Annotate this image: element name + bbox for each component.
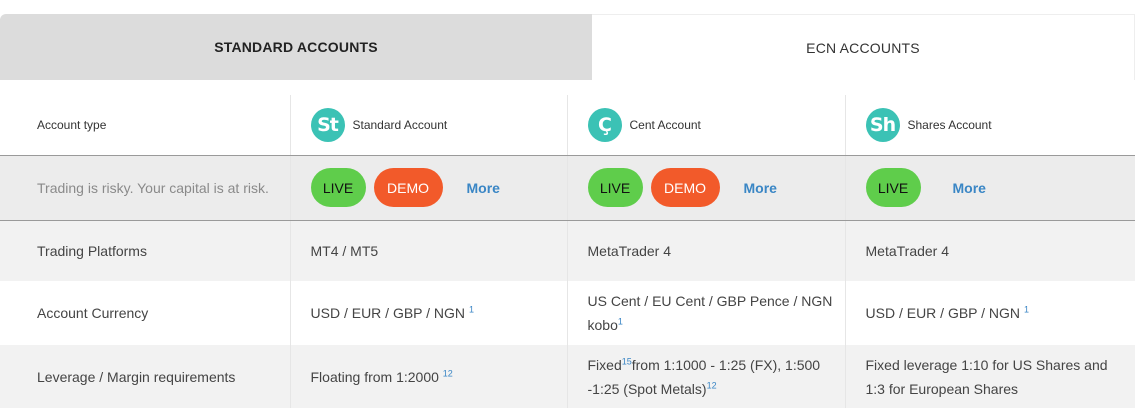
shares-account-icon: Sh xyxy=(865,107,900,142)
standard-account-icon: St xyxy=(310,107,345,142)
standard-account-header: St Standard Account xyxy=(289,95,567,156)
standard-currency: USD / EUR / GBP / NGN 1 xyxy=(289,281,567,345)
cent-currency: US Cent / EU Cent / GBP Pence / NGN kobo… xyxy=(566,281,845,345)
shares-more-link[interactable]: More xyxy=(953,176,986,200)
cent-leverage: Fixed15from 1:1000 - 1:25 (FX), 1:500 -1… xyxy=(566,345,845,408)
cent-account-header: Ç Cent Account xyxy=(566,95,845,156)
shares-live-button[interactable]: LIVE xyxy=(865,168,921,207)
cent-leverage-footnote-b[interactable]: 12 xyxy=(707,380,717,390)
standard-leverage: Floating from 1:2000 12 xyxy=(289,345,567,408)
cent-currency-text: US Cent / EU Cent / GBP Pence / NGN kobo xyxy=(587,293,833,333)
standard-currency-text: USD / EUR / GBP / NGN xyxy=(310,305,469,321)
row-label-leverage: Leverage / Margin requirements xyxy=(0,345,290,408)
cent-platforms: MetaTrader 4 xyxy=(566,220,845,281)
shares-account-header: Sh Shares Account xyxy=(844,95,1135,156)
standard-demo-button[interactable]: DEMO xyxy=(373,168,443,207)
cent-more-link[interactable]: More xyxy=(744,176,777,200)
cent-live-button[interactable]: LIVE xyxy=(587,168,643,207)
shares-currency-text: USD / EUR / GBP / NGN xyxy=(865,305,1024,321)
cent-account-name: Cent Account xyxy=(629,117,701,132)
standard-more-link[interactable]: More xyxy=(467,176,500,200)
table-row-currency: Account Currency USD / EUR / GBP / NGN 1… xyxy=(0,281,1135,345)
standard-live-button[interactable]: LIVE xyxy=(310,168,366,207)
shares-leverage: Fixed leverage 1:10 for US Shares and 1:… xyxy=(844,345,1135,408)
table-row-leverage: Leverage / Margin requirements Floating … xyxy=(0,345,1135,408)
standard-platforms: MT4 / MT5 xyxy=(289,220,567,281)
table-row-account-type: Account type St Standard Account Ç Cent … xyxy=(0,95,1135,156)
cent-demo-button[interactable]: DEMO xyxy=(650,168,720,207)
shares-platforms: MetaTrader 4 xyxy=(844,220,1135,281)
row-label-platforms: Trading Platforms xyxy=(0,220,290,281)
shares-account-name: Shares Account xyxy=(907,117,992,132)
standard-leverage-footnote[interactable]: 12 xyxy=(443,368,453,378)
tab-standard-accounts[interactable]: STANDARD ACCOUNTS xyxy=(0,14,592,80)
account-tabs: STANDARD ACCOUNTS ECN ACCOUNTS xyxy=(0,14,1135,80)
cent-actions: LIVE DEMO More xyxy=(566,155,845,221)
shares-currency-footnote[interactable]: 1 xyxy=(1024,304,1029,314)
tab-ecn-accounts[interactable]: ECN ACCOUNTS xyxy=(592,14,1135,80)
standard-leverage-text: Floating from 1:2000 xyxy=(310,369,443,385)
cent-currency-footnote[interactable]: 1 xyxy=(618,316,623,326)
table-row-actions: Trading is risky. Your capital is at ris… xyxy=(0,155,1135,221)
shares-actions: LIVE More xyxy=(844,155,1135,221)
standard-currency-footnote[interactable]: 1 xyxy=(469,304,474,314)
accounts-comparison-table: Account type St Standard Account Ç Cent … xyxy=(0,95,1135,408)
standard-actions: LIVE DEMO More xyxy=(289,155,567,221)
standard-account-name: Standard Account xyxy=(352,117,448,132)
risk-warning: Trading is risky. Your capital is at ris… xyxy=(0,155,290,221)
cent-leverage-footnote-a[interactable]: 15 xyxy=(622,356,632,366)
table-row-platforms: Trading Platforms MT4 / MT5 MetaTrader 4… xyxy=(0,220,1135,281)
row-label-account-type: Account type xyxy=(0,95,290,156)
shares-currency: USD / EUR / GBP / NGN 1 xyxy=(844,281,1135,345)
cent-account-icon: Ç xyxy=(587,107,622,142)
cent-leverage-text-a: Fixed xyxy=(587,357,622,373)
row-label-currency: Account Currency xyxy=(0,281,290,345)
